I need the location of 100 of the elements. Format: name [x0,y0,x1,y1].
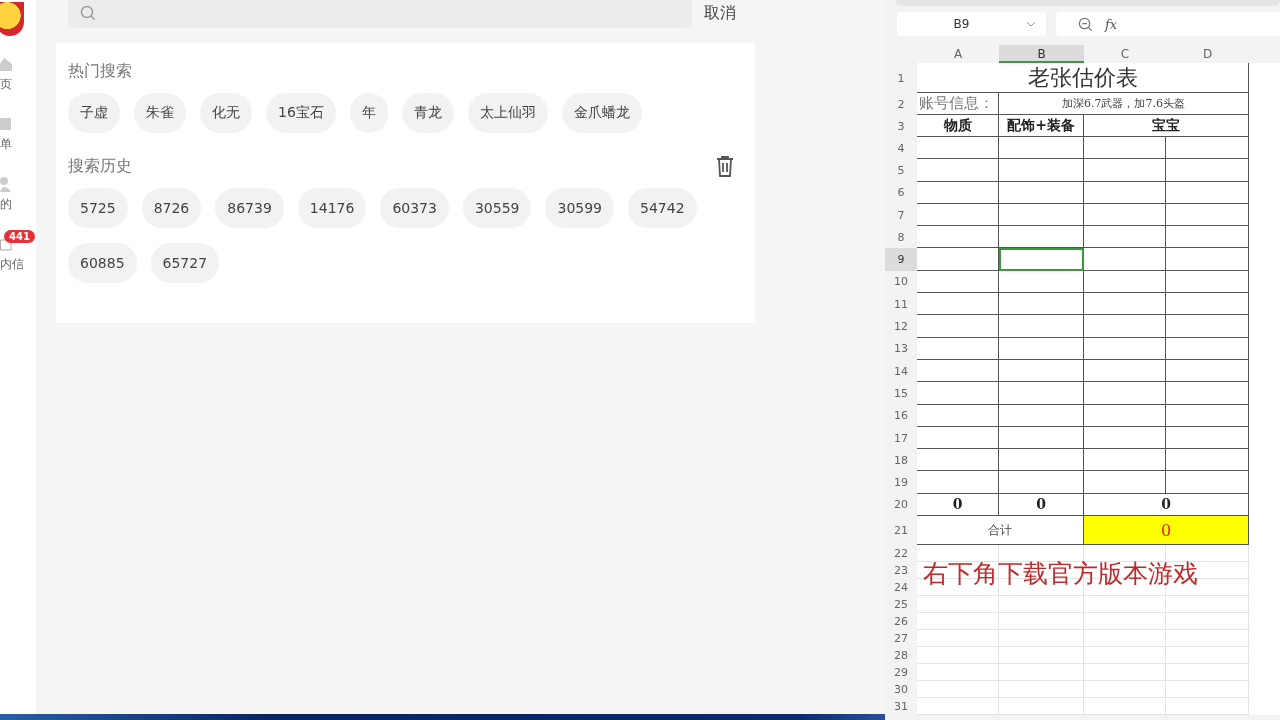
table-cell[interactable] [1084,226,1166,249]
search-tag[interactable]: 年 [349,93,388,133]
search-tag[interactable]: 化无 [200,93,252,133]
table-cell[interactable] [1166,471,1249,494]
history-tag[interactable]: 60373 [380,188,449,228]
history-tag[interactable]: 60885 [68,243,137,283]
table-cell[interactable] [917,426,999,450]
table-cell[interactable] [1084,404,1166,427]
search-tag[interactable]: 16宝石 [266,93,336,133]
history-tag[interactable]: 65727 [150,243,220,283]
table-cell[interactable] [999,404,1084,427]
column-header[interactable]: B [999,45,1084,63]
table-cell[interactable] [917,337,999,360]
table-cell[interactable] [999,471,1084,494]
table-cell[interactable] [1084,315,1166,338]
search-field[interactable] [68,0,692,28]
history-tag[interactable]: 54742 [628,188,697,228]
table-cell[interactable] [917,315,999,338]
table-cell[interactable] [999,181,1084,204]
table-cell[interactable] [999,426,1084,450]
table-cell[interactable] [1166,270,1249,294]
table-cell[interactable] [1166,248,1249,271]
nav-item[interactable]: 页 [0,50,36,110]
table-cell[interactable] [1166,203,1249,227]
name-box[interactable]: B9 [897,12,1046,36]
table-cell[interactable] [917,203,999,227]
cancel-button[interactable]: 取消 [704,2,736,24]
table-cell[interactable] [917,382,999,405]
table-cell[interactable] [917,159,999,182]
table-cell[interactable] [999,293,1084,316]
search-tag[interactable]: 青龙 [401,93,454,133]
table-cell[interactable] [1166,315,1249,338]
table-cell[interactable] [1084,382,1166,405]
document-icon [0,116,12,132]
table-cell[interactable] [1084,293,1166,316]
table-cell[interactable] [1084,181,1166,204]
table-cell[interactable] [1166,337,1249,360]
column-header[interactable]: D [1166,45,1249,63]
nav-item[interactable]: 的 [0,170,36,230]
table-cell[interactable] [917,359,999,383]
logo-icon [0,2,24,36]
table-cell[interactable] [1084,337,1166,360]
table-cell[interactable] [1166,449,1249,472]
search-tag[interactable]: 子虚 [68,93,120,133]
table-cell[interactable] [999,270,1084,294]
table-cell[interactable] [1166,404,1249,427]
table-cell[interactable] [1084,270,1166,294]
table-cell[interactable] [999,137,1084,160]
table-cell[interactable] [1084,137,1166,160]
table-cell[interactable] [917,404,999,427]
table-cell[interactable] [1084,471,1166,494]
search-tag[interactable]: 金爪蟠龙 [561,93,642,133]
function-icon[interactable]: fx [1105,16,1118,32]
table-cell[interactable] [999,359,1084,383]
table-cell[interactable] [917,226,999,249]
table-cell[interactable] [999,315,1084,338]
history-tag[interactable]: 86739 [215,188,284,228]
column-header[interactable]: A [917,45,999,63]
history-tag[interactable]: 8726 [141,188,202,228]
column-header[interactable]: C [1084,45,1166,63]
row-header[interactable]: 9 [885,248,917,271]
table-cell[interactable] [999,449,1084,472]
search-tag[interactable]: 太上仙羽 [467,93,548,133]
table-cell[interactable] [917,270,999,294]
table-cell[interactable] [999,159,1084,182]
history-tag[interactable]: 14176 [297,188,367,228]
table-cell[interactable] [1166,159,1249,182]
table-cell[interactable] [999,226,1084,249]
table-cell[interactable] [999,382,1084,405]
nav-item[interactable]: 单 [0,110,36,170]
table-cell[interactable] [917,293,999,316]
table-cell[interactable] [1084,248,1166,271]
table-cell[interactable] [1166,181,1249,204]
table-cell[interactable] [1166,426,1249,450]
table-cell[interactable] [1166,382,1249,405]
table-cell[interactable] [999,203,1084,227]
table-cell[interactable] [917,471,999,494]
table-cell[interactable] [1166,137,1249,160]
formula-bar[interactable]: fx [1056,12,1280,36]
table-cell[interactable] [999,248,1084,271]
table-cell[interactable] [1166,359,1249,383]
table-cell[interactable] [1166,226,1249,249]
table-cell[interactable] [917,181,999,204]
trash-icon[interactable] [715,155,735,177]
table-cell: 加深6.7武器，加7.6头盔 [999,93,1249,115]
history-tag[interactable]: 30559 [462,188,532,228]
table-cell[interactable] [917,137,999,160]
table-cell[interactable] [917,449,999,472]
table-cell[interactable] [917,248,999,271]
history-tag[interactable]: 30599 [545,188,614,228]
table-cell[interactable] [999,337,1084,360]
table-cell[interactable] [1084,359,1166,383]
table-cell[interactable] [1084,159,1166,182]
table-cell[interactable] [1166,293,1249,316]
search-tag[interactable]: 朱雀 [134,93,186,133]
table-cell[interactable] [1084,426,1166,450]
nav-item[interactable]: 内信 441 [0,230,36,290]
table-cell[interactable] [1084,203,1166,227]
table-cell[interactable] [1084,449,1166,472]
history-tag[interactable]: 5725 [68,188,128,228]
